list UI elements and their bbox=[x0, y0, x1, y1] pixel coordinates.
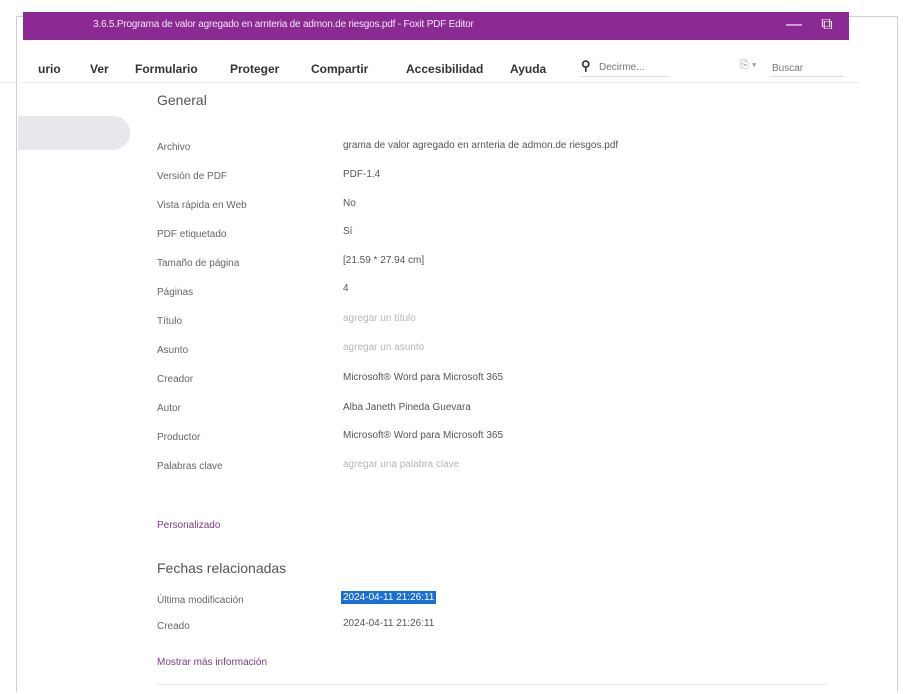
prop-value-modified: 2024-04-11 21:26:11 bbox=[341, 591, 437, 604]
prop-label-fast-web-view: Vista rápida en Web bbox=[157, 200, 247, 211]
menu-item-formulario[interactable]: Formulario bbox=[135, 62, 198, 76]
prop-label-tagged-pdf: PDF etiquetado bbox=[157, 229, 227, 240]
prop-label-keywords: Palabras clave bbox=[157, 461, 223, 472]
prop-label-author: Autor bbox=[157, 403, 181, 414]
menu-item-archivo[interactable]: urio bbox=[38, 62, 61, 76]
title-bar: 3.6.5.Programa de valor agregado en arnt… bbox=[23, 12, 849, 40]
menu-item-compartir[interactable]: Compartir bbox=[311, 62, 368, 76]
prop-value-created: 2024-04-11 21:26:11 bbox=[343, 618, 435, 629]
prop-label-subject: Asunto bbox=[157, 345, 189, 356]
menu-item-ver[interactable]: Ver bbox=[90, 62, 109, 76]
related-dates-section-title: Fechas relacionadas bbox=[157, 560, 287, 576]
menu-bar: urio Ver Formulario Proteger Compartir A… bbox=[0, 52, 860, 83]
prop-label-modified: Última modificación bbox=[157, 595, 244, 606]
window-title: 3.6.5.Programa de valor agregado en arnt… bbox=[93, 19, 474, 30]
menu-item-accesibilidad[interactable]: Accesibilidad bbox=[406, 62, 483, 76]
tell-me-input[interactable] bbox=[597, 59, 667, 75]
restore-button[interactable]: ⧉ bbox=[816, 15, 838, 35]
prop-label-producer: Productor bbox=[157, 432, 201, 443]
prop-label-title: Título bbox=[157, 316, 183, 327]
lightbulb-icon: ⚲ bbox=[581, 58, 591, 73]
prop-value-author[interactable]: Alba Janeth Pineda Guevara bbox=[343, 402, 471, 413]
prop-label-created: Creado bbox=[157, 621, 190, 632]
prop-label-file: Archivo bbox=[157, 142, 191, 153]
prop-value-creator: Microsoft® Word para Microsoft 365 bbox=[343, 372, 504, 383]
minimize-button[interactable]: — bbox=[783, 15, 805, 35]
menu-item-ayuda[interactable]: Ayuda bbox=[510, 62, 546, 76]
prop-label-creator: Creador bbox=[157, 374, 194, 385]
prop-value-keywords[interactable]: agregar una palabra clave bbox=[343, 459, 459, 470]
divider bbox=[157, 684, 827, 685]
app-frame bbox=[16, 16, 898, 692]
prop-value-tagged-pdf: Sí bbox=[343, 226, 353, 237]
back-button[interactable] bbox=[18, 116, 130, 150]
prop-value-subject[interactable]: agregar un asunto bbox=[343, 342, 424, 353]
menu-item-proteger[interactable]: Proteger bbox=[230, 62, 279, 76]
prop-value-file: grama de valor agregado en arnteria de a… bbox=[343, 140, 619, 151]
prop-value-pdf-version: PDF-1.4 bbox=[343, 169, 381, 180]
custom-properties-link[interactable]: Personalizado bbox=[157, 520, 220, 531]
search-area: ⎘ ▾ bbox=[740, 59, 845, 77]
prop-label-pages: Páginas bbox=[157, 287, 194, 298]
prop-value-producer: Microsoft® Word para Microsoft 365 bbox=[343, 430, 504, 441]
general-section-title: General bbox=[157, 92, 207, 108]
selected-modified-date: 2024-04-11 21:26:11 bbox=[341, 591, 437, 604]
search-input[interactable] bbox=[770, 60, 844, 77]
show-more-info-link[interactable]: Mostrar más información bbox=[157, 657, 267, 668]
prop-label-pdf-version: Versión de PDF bbox=[157, 171, 228, 182]
search-options-icon[interactable]: ⎘ ▾ bbox=[740, 59, 756, 72]
prop-value-fast-web-view: No bbox=[343, 198, 356, 209]
prop-value-page-size: [21.59 * 27.94 cm] bbox=[343, 255, 425, 266]
prop-label-page-size: Tamaño de página bbox=[157, 258, 240, 269]
prop-value-pages: 4 bbox=[343, 283, 349, 294]
tell-me-box[interactable]: ⚲ bbox=[581, 58, 669, 77]
prop-value-title[interactable]: agregar un título bbox=[343, 313, 416, 324]
